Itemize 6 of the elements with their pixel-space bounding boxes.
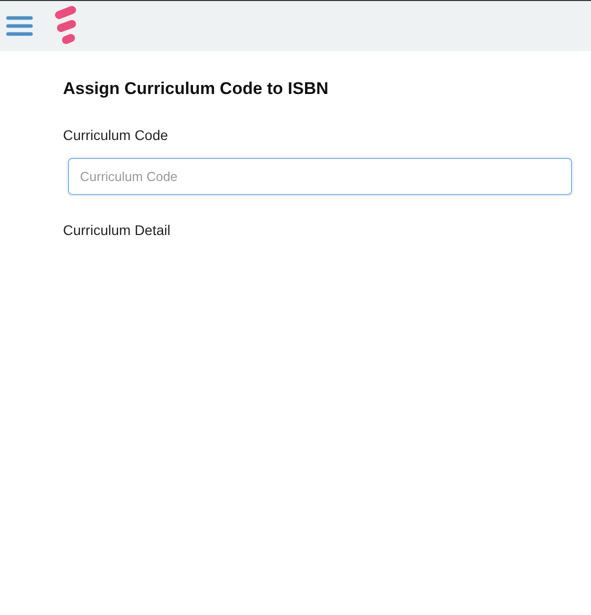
field-label: Curriculum Code — [63, 127, 168, 143]
field-label: Curriculum Detail — [63, 222, 170, 238]
menu-icon[interactable] — [6, 15, 33, 37]
logo-icon — [53, 6, 79, 46]
curriculum-code-field[interactable]: Curriculum Code — [68, 158, 572, 195]
page-title: Assign Curriculum Code to ISBN — [63, 79, 330, 99]
